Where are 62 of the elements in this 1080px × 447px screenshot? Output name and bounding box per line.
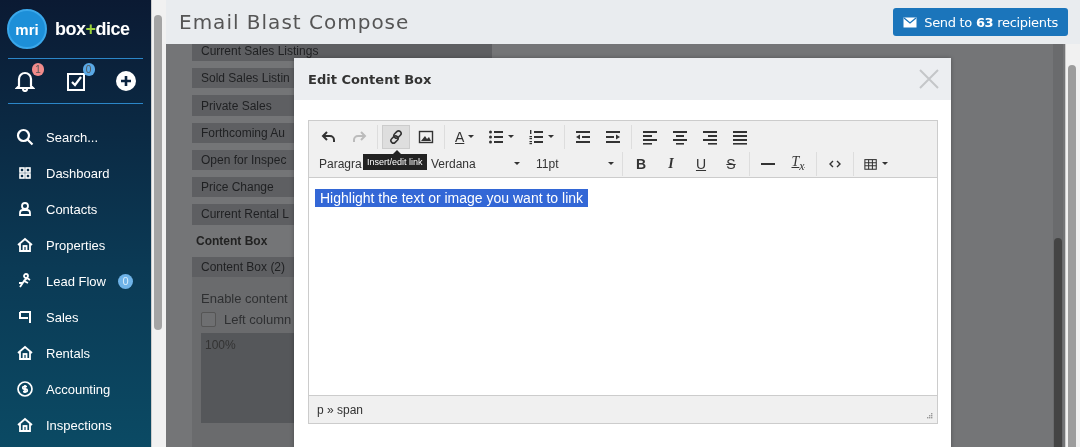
brand-logo: mri (7, 9, 47, 49)
house-icon (16, 236, 34, 254)
outdent-icon (575, 128, 592, 145)
italic-button[interactable]: I (657, 151, 685, 176)
grid-icon (16, 164, 34, 182)
strike-button[interactable]: S (717, 151, 745, 176)
search-icon (16, 128, 34, 146)
notifications-icon[interactable] (15, 70, 35, 92)
brand-name: box+dice (55, 18, 130, 40)
nav-item[interactable]: Search... (0, 119, 151, 155)
underline-button[interactable]: U (687, 151, 715, 176)
scrollbar-thumb[interactable] (1068, 65, 1076, 447)
house-icon (16, 416, 34, 434)
size-select[interactable]: 11pt (532, 151, 618, 176)
person-icon (16, 200, 34, 218)
dollar-icon (16, 380, 34, 398)
scrollbar-thumb[interactable] (154, 15, 162, 330)
font-select[interactable]: Verdana (427, 151, 524, 176)
nav-item[interactable]: Contacts (0, 191, 151, 227)
editor-text: Highlight the text or image you want to link (315, 189, 589, 207)
nav-item[interactable]: Properties (0, 227, 151, 263)
toolbar-button[interactable] (382, 124, 410, 149)
element-path: p » span (317, 402, 364, 417)
line-icon (760, 162, 776, 165)
alignleft-icon (642, 128, 659, 145)
page-title: Email Blast Compose (179, 10, 410, 34)
count-badge: 0 (82, 63, 95, 76)
redo-icon (351, 128, 367, 145)
count-badge: 1 (32, 63, 44, 76)
bullist-icon (488, 128, 505, 145)
sign-icon (16, 308, 34, 326)
nav-item[interactable]: Accounting (0, 371, 151, 407)
nav-item[interactable]: Inspections (0, 407, 151, 443)
aligncenter-icon (672, 128, 689, 145)
nav-item[interactable]: Dashboard (0, 155, 151, 191)
checkbox-label: Left column (224, 312, 292, 328)
resize-grip-icon[interactable] (926, 413, 933, 420)
bold-button[interactable]: B (627, 151, 655, 176)
clear-button[interactable]: T$_{x}$ (784, 151, 812, 176)
panel-label: Enable content (201, 291, 289, 307)
nav-item[interactable]: Lead Flow 0 (0, 263, 151, 299)
link-icon (388, 128, 404, 145)
alignright-icon (702, 128, 719, 145)
house-icon (16, 344, 34, 362)
scrollbar[interactable] (151, 0, 166, 447)
nav-item[interactable]: Sales (0, 299, 151, 335)
checkbox[interactable] (201, 312, 216, 328)
send-button[interactable]: Send to 63 recipients (893, 8, 1068, 36)
text-color-button[interactable]: A (449, 124, 481, 149)
scrollbar[interactable] (1053, 44, 1063, 447)
add-icon[interactable] (116, 71, 136, 91)
justify-icon (732, 128, 749, 145)
undo-icon (321, 128, 337, 145)
image-icon (418, 128, 434, 145)
indent-icon (605, 128, 622, 145)
count-badge: 0 (118, 273, 133, 289)
numlist-icon (528, 128, 545, 145)
modal-title: Edit Content Box (308, 71, 432, 87)
tasks-icon[interactable] (65, 70, 86, 92)
nav-item[interactable]: Rentals (0, 335, 151, 371)
scrollbar[interactable] (1065, 44, 1080, 447)
envelope-icon (903, 16, 918, 28)
